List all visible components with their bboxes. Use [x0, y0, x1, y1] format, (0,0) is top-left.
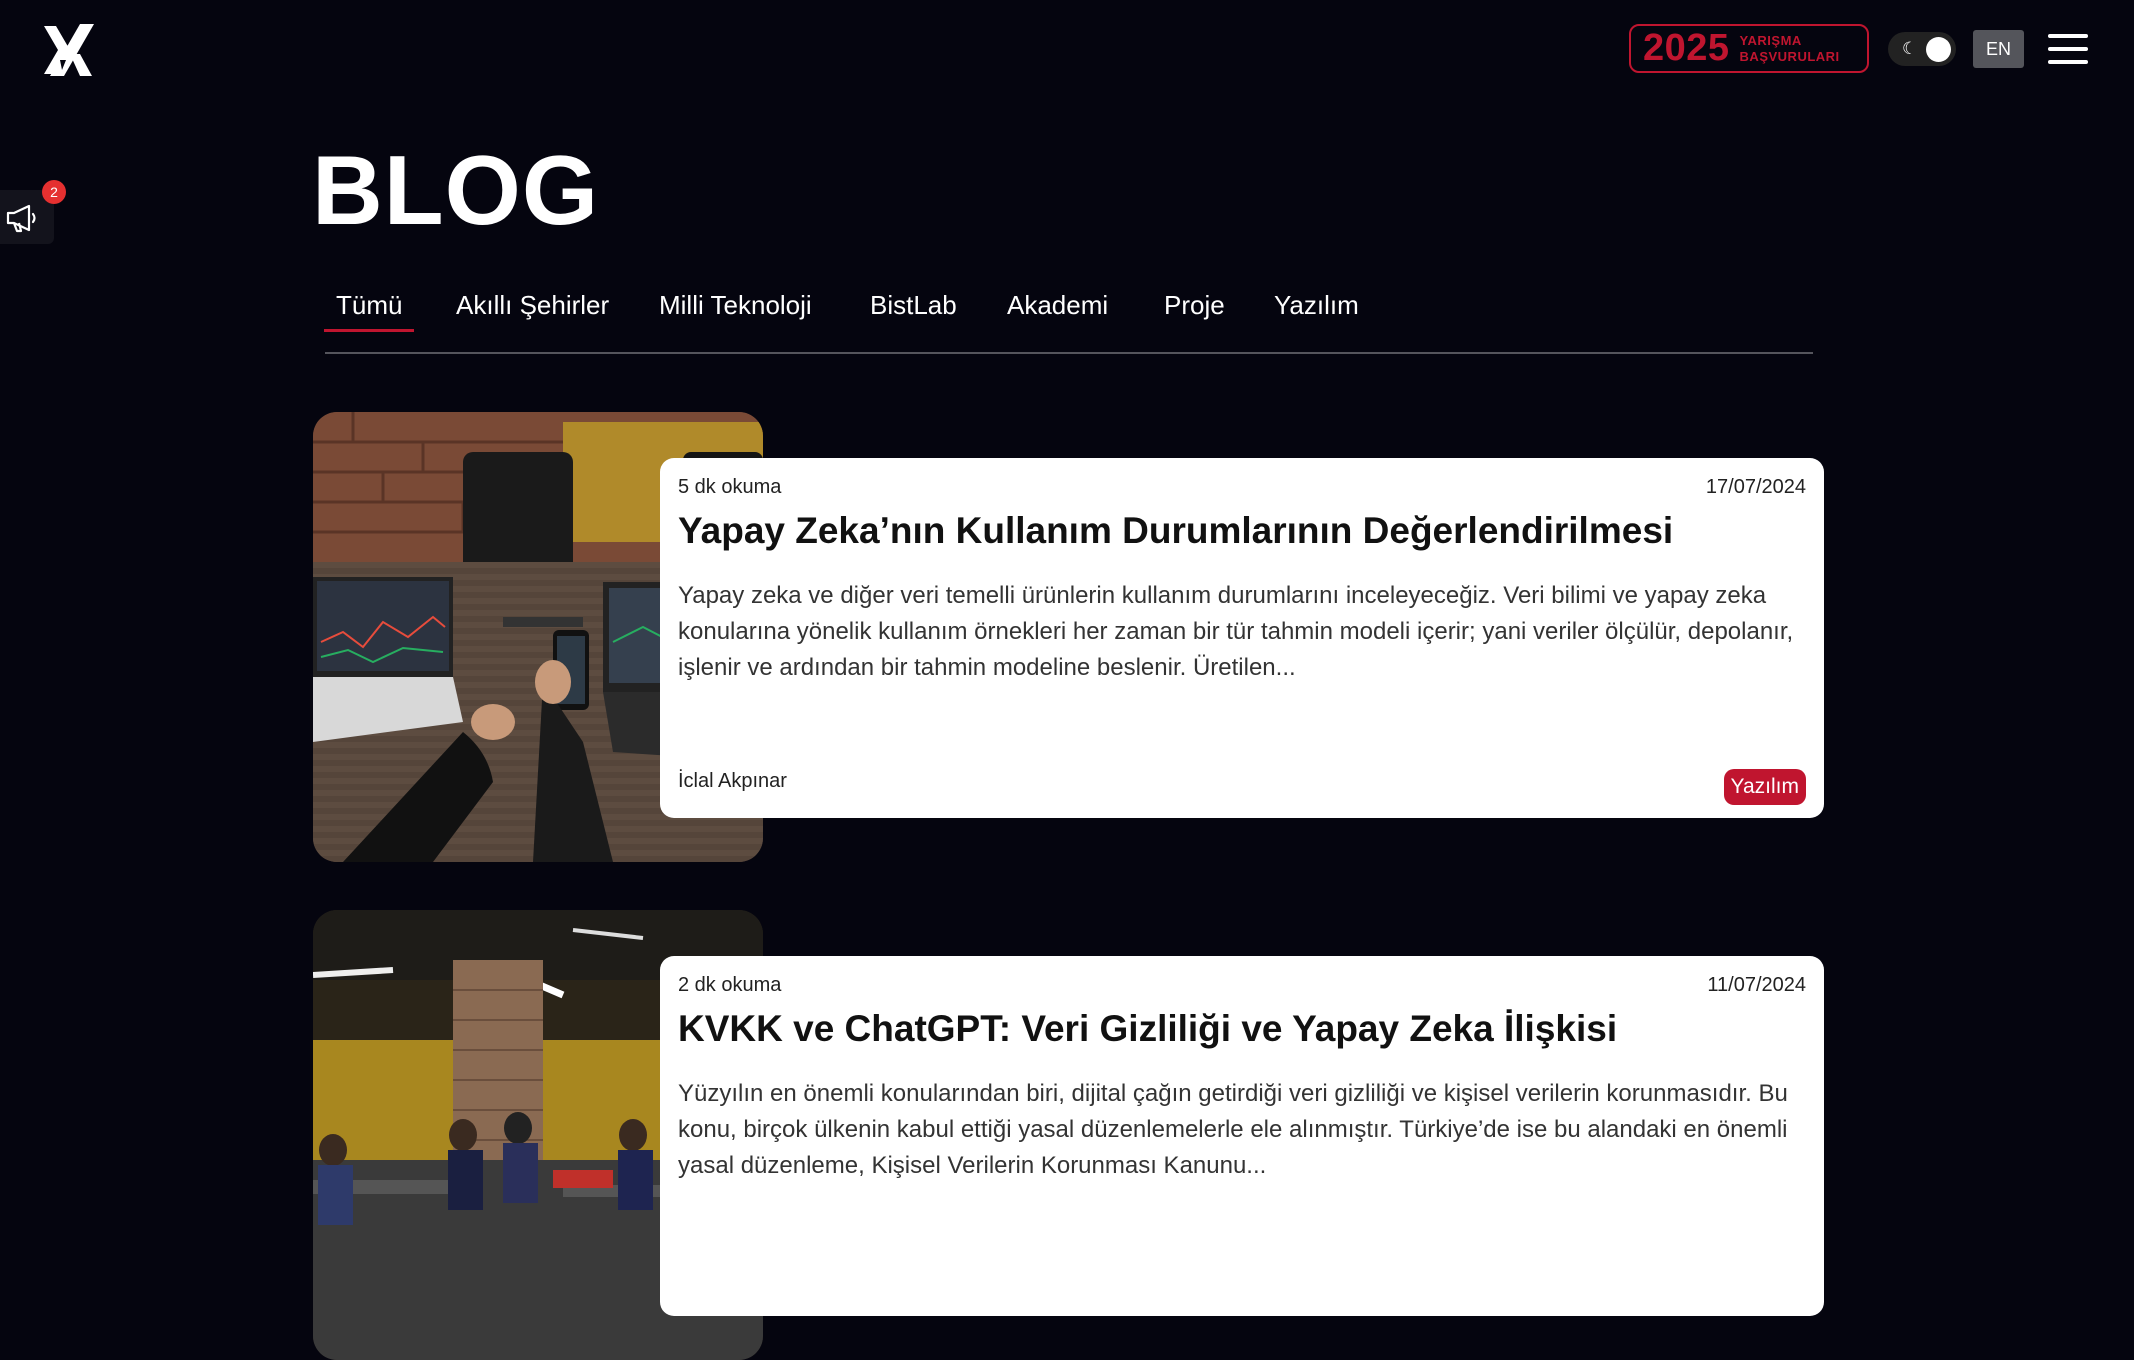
- megaphone-icon: [6, 204, 36, 233]
- tab-project[interactable]: Proje: [1164, 290, 1225, 321]
- post-excerpt: Yüzyılın en önemli konularından biri, di…: [678, 1080, 1788, 1179]
- menu-icon-bar: [2048, 60, 2088, 64]
- tab-academy[interactable]: Akademi: [1007, 290, 1108, 321]
- theme-toggle[interactable]: ☾: [1888, 32, 1956, 66]
- tab-all[interactable]: Tümü: [323, 290, 416, 332]
- menu-button[interactable]: [2048, 34, 2088, 64]
- tab-bistlab[interactable]: BistLab: [870, 290, 957, 321]
- menu-icon: [2048, 34, 2088, 38]
- post-date: 11/07/2024: [1707, 974, 1806, 996]
- cta-line-1: YARIŞMA: [1739, 32, 1802, 48]
- tab-software[interactable]: Yazılım: [1274, 290, 1359, 321]
- menu-icon-bar: [2048, 47, 2088, 51]
- post-date: 17/07/2024: [1705, 476, 1806, 498]
- read-time: 2 dk okuma: [678, 974, 782, 996]
- page-title: BLOG: [312, 135, 600, 245]
- blog-post-card[interactable]: 5 dk okuma 17/07/2024 Yapay Zeka’nın Kul…: [660, 458, 1824, 818]
- post-excerpt: Yapay zeka ve diğer veri temelli ürünler…: [678, 582, 1794, 681]
- cta-text: YARIŞMA BAŞVURULARI: [1740, 33, 1840, 65]
- blog-post-card[interactable]: 2 dk okuma 11/07/2024 KVKK ve ChatGPT: V…: [660, 956, 1824, 1316]
- post-title[interactable]: KVKK ve ChatGPT: Veri Gizliliği ve Yapay…: [678, 1008, 1617, 1050]
- language-button[interactable]: EN: [1973, 30, 2024, 68]
- cta-year: 2025: [1643, 27, 1730, 69]
- read-time: 5 dk okuma: [678, 476, 782, 498]
- post-title[interactable]: Yapay Zeka’nın Kullanım Durumlarının Değ…: [678, 510, 1673, 552]
- logo-icon: [44, 24, 94, 76]
- post-author: İclal Akpınar: [678, 770, 787, 792]
- tab-smart-cities[interactable]: Akıllı Şehirler: [456, 290, 609, 321]
- site-logo[interactable]: [40, 20, 100, 80]
- category-tabs: Tümü Akıllı Şehirler Milli Teknoloji Bis…: [323, 286, 1813, 354]
- moon-icon: ☾: [1902, 39, 1918, 58]
- toggle-knob: [1926, 37, 1951, 62]
- cta-line-2: BAŞVURULARI: [1739, 48, 1840, 64]
- category-badge[interactable]: Yazılım: [1723, 769, 1806, 805]
- notification-badge: 2: [42, 180, 66, 204]
- competition-applications-button[interactable]: 2025 YARIŞMA BAŞVURULARI: [1629, 24, 1869, 73]
- tab-national-technology[interactable]: Milli Teknoloji: [659, 290, 812, 321]
